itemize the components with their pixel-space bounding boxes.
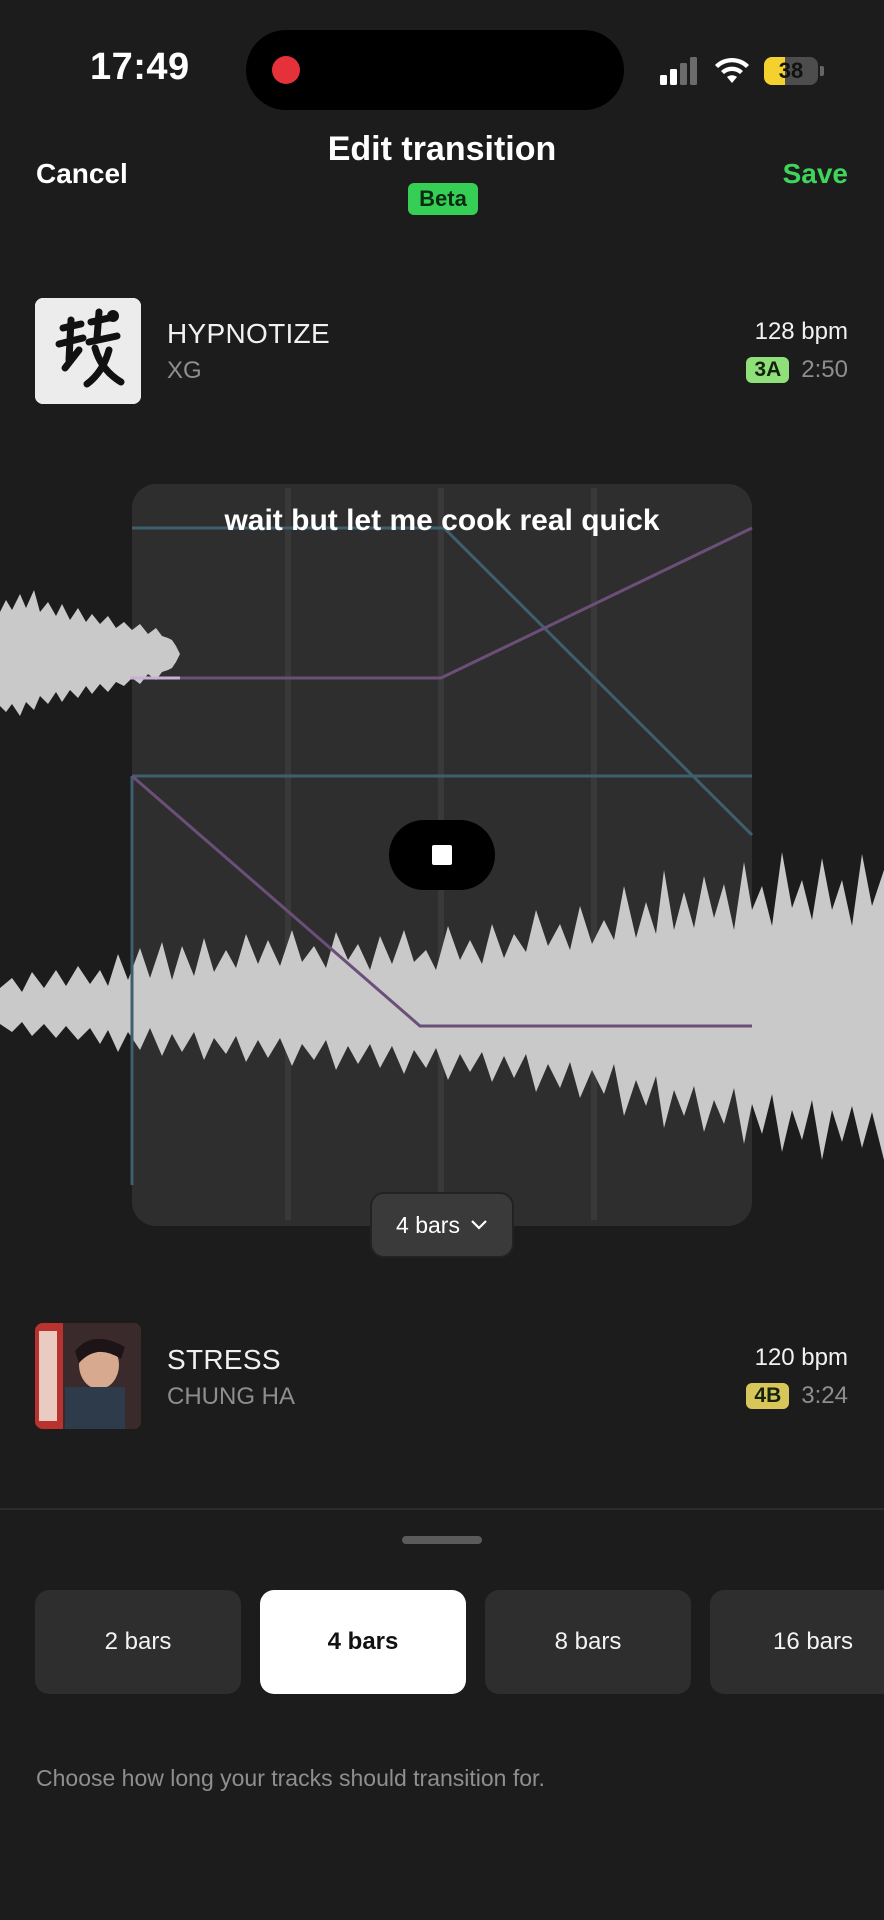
length-option-4-bars[interactable]: 4 bars xyxy=(260,1590,466,1694)
dynamic-island xyxy=(246,30,624,110)
track-artist: CHUNG HA xyxy=(167,1383,296,1410)
lyric-caption: wait but let me cook real quick xyxy=(224,504,660,537)
sheet-drag-handle[interactable] xyxy=(402,1536,482,1544)
track-artist: XG xyxy=(167,357,202,384)
track-duration: 2:50 xyxy=(801,356,848,383)
status-icons: 38 xyxy=(660,52,824,90)
beta-badge: Beta xyxy=(408,183,478,215)
track-bpm: 120 bpm xyxy=(754,1344,848,1371)
battery-tip xyxy=(820,66,824,76)
save-button[interactable]: Save xyxy=(783,158,848,190)
track-title: STRESS xyxy=(167,1344,281,1375)
key-badge: 4B xyxy=(746,1383,790,1409)
portrait-art-icon xyxy=(35,1323,141,1429)
track-title: HYPNOTIZE xyxy=(167,318,330,349)
track-key-duration: 3A 2:50 xyxy=(746,356,848,384)
chevron-down-icon xyxy=(471,1220,487,1230)
page-title: Edit transition xyxy=(327,130,557,168)
outgoing-waveform xyxy=(0,590,180,716)
stop-icon xyxy=(432,845,452,865)
sheet-divider xyxy=(0,1508,884,1510)
recording-indicator-icon xyxy=(272,56,300,84)
track-duration: 3:24 xyxy=(801,1382,848,1409)
status-time: 17:49 xyxy=(90,46,190,88)
album-art-hypnotize xyxy=(35,298,141,404)
transition-length-label: 4 bars xyxy=(396,1211,460,1238)
length-option-16-bars[interactable]: 16 bars xyxy=(710,1590,884,1694)
length-option-2-bars[interactable]: 2 bars xyxy=(35,1590,241,1694)
cellular-signal-icon xyxy=(660,57,697,85)
album-art-stress xyxy=(35,1323,141,1429)
battery-icon: 38 xyxy=(764,57,818,85)
length-options: 2 bars 4 bars 8 bars 16 bars xyxy=(35,1590,884,1694)
stop-button[interactable] xyxy=(389,820,495,890)
wifi-icon xyxy=(715,57,749,83)
length-option-8-bars[interactable]: 8 bars xyxy=(485,1590,691,1694)
calligraphy-art-icon xyxy=(35,298,141,404)
battery-level: 38 xyxy=(778,58,804,83)
track-bpm: 128 bpm xyxy=(754,318,848,345)
helper-text: Choose how long your tracks should trans… xyxy=(36,1765,545,1791)
track-key-duration: 4B 3:24 xyxy=(746,1382,848,1410)
transition-length-dropdown[interactable]: 4 bars xyxy=(370,1192,514,1258)
key-badge: 3A xyxy=(746,357,790,383)
